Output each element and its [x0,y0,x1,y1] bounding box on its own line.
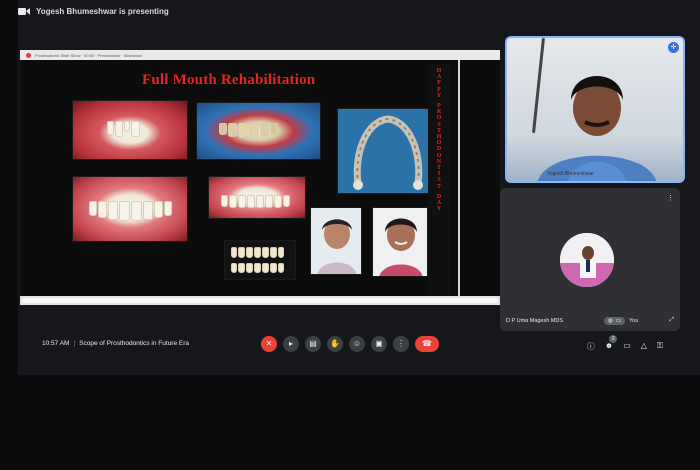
current-time: 10:57 AM [42,340,70,347]
scrollbar-thumb[interactable] [22,298,498,303]
photo-metal-framework [337,108,437,194]
photo-denture-lower [208,176,306,219]
banner-letter: Y [436,206,442,213]
camera-icon[interactable]: ▸ [283,336,299,352]
meeting-title: Scope of Prosthodontics in Future Era [79,340,190,347]
slide-edge [458,60,460,296]
separator: | [73,340,76,347]
more-options-icon[interactable]: ⋮ [393,336,409,352]
browser-tab-bar: Prosthodontic Slide Show · 00:00 · Prese… [20,50,500,60]
captions-icon[interactable]: ▤ [305,336,321,352]
camera-icon[interactable]: ▭ [616,318,621,324]
self-video-tile[interactable]: ⋮ D P Uma Magesh MDS ◍ ▭ You ⤢ [500,188,680,331]
you-label: You [629,318,639,324]
pin-icon[interactable]: ✛ [668,42,679,53]
expand-icon[interactable]: ⤢ [669,317,674,324]
raise-hand-icon[interactable]: ✋ [327,336,343,352]
slide-title: Full Mouth Rehabilitation [142,72,316,88]
happy-prosthodontist-day-banner: HAPPYPROSTHODONTISTDAY [428,64,450,296]
emoji-icon[interactable]: ☺ [349,336,365,352]
banner-letter: T [436,183,441,190]
more-options-icon[interactable]: ⋮ [667,194,674,203]
present-screen-icon[interactable]: ▣ [371,336,387,352]
photo-preop-teeth [72,100,188,160]
meeting-info: 10:57 AM | Scope of Prosthodontics in Fu… [42,340,189,347]
speaker-figure [538,76,656,181]
speaker-video-tile[interactable]: Yogesh Bhumeshwar ✛ [505,36,685,183]
presentation-slide: Full Mouth Rehabilitation H A P P Y P R … [20,60,500,296]
photo-denture-set [224,240,296,280]
end-call-icon[interactable]: ☎ [415,336,439,352]
info-icon[interactable]: ⓘ [587,341,595,352]
presenting-banner: Yogesh Bhumeshwar is presenting [18,0,169,22]
horizontal-scrollbar[interactable] [20,296,500,305]
mic-off-icon[interactable]: ✕ [261,336,277,352]
call-controls: ✕ ▸ ▤ ✋ ☺ ▣ ⋮ ☎ [261,336,439,352]
activities-icon[interactable]: △ [641,341,647,352]
avatar [560,233,614,287]
mic-icon[interactable]: ◍ [608,318,613,324]
side-panel-buttons: ⓘ ☻ 3 ▭ △ ⚿ [587,335,663,352]
participant-name: D P Uma Magesh MDS [506,318,564,324]
self-media-pill[interactable]: ◍ ▭ [604,317,626,325]
host-controls-icon[interactable]: ⚿ [657,341,663,352]
self-tile-controls: ◍ ▭ You [604,317,638,325]
meet-logo-icon [18,7,30,15]
photo-patient-before [310,207,362,275]
bottom-toolbar: 10:57 AM | Scope of Prosthodontics in Fu… [18,332,683,362]
banner-letter: Y [436,92,442,99]
people-icon[interactable]: ☻ 3 [605,335,618,352]
speaker-name: Yogesh Bhumeshwar [547,171,595,177]
presenting-text: Yogesh Bhumeshwar is presenting [36,6,169,16]
shared-screen: Prosthodontic Slide Show · 00:00 · Prese… [20,50,500,305]
photo-postop-smile [72,176,188,242]
browser-tab-text: Prosthodontic Slide Show · 00:00 · Prese… [35,52,142,58]
photo-patient-after [372,207,428,277]
tab-favicon-icon [26,52,31,58]
photo-crowns-on-model [196,102,321,160]
participant-count-badge: 3 [609,335,618,343]
chat-icon[interactable]: ▭ [623,341,631,352]
